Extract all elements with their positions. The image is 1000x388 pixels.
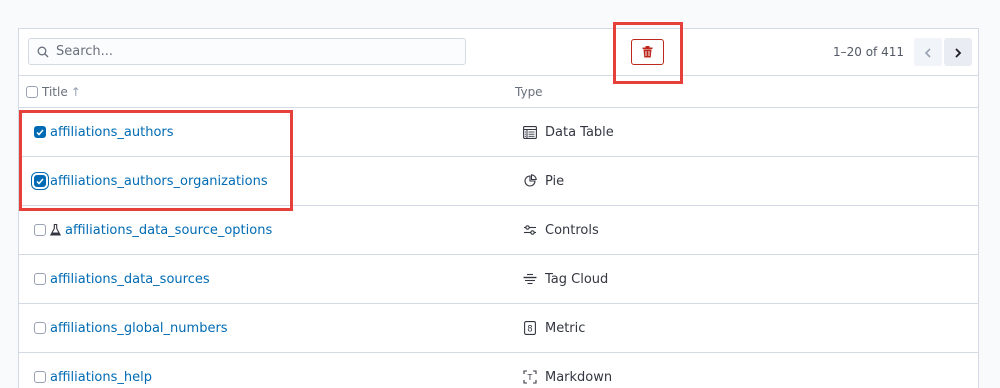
visualization-type: Controls [545, 222, 599, 238]
visualizations-table-panel: 1–20 of 411 Title ↑ Type affiliations_au… [18, 28, 979, 388]
trash-icon [642, 43, 653, 62]
column-type-label: Type [515, 85, 543, 99]
previous-page-button[interactable] [914, 38, 942, 66]
row-checkbox[interactable] [34, 322, 46, 334]
svg-text:8: 8 [527, 324, 532, 334]
column-header-type: Type [515, 76, 543, 108]
visualization-title-link[interactable]: affiliations_data_sources [50, 272, 210, 287]
metric-icon: 8 [523, 321, 537, 335]
row-checkbox[interactable] [34, 371, 46, 383]
table-toolbar: 1–20 of 411 [19, 29, 978, 75]
table-row: affiliations_global_numbers 8 Metric [19, 304, 978, 353]
visualization-title-link[interactable]: affiliations_authors [50, 125, 174, 140]
visualization-type: Pie [545, 173, 565, 189]
beaker-icon [50, 224, 61, 236]
markdown-icon: T [523, 370, 537, 384]
visualization-type: Tag Cloud [545, 271, 609, 287]
pagination: 1–20 of 411 [833, 37, 972, 67]
visualization-title-link[interactable]: affiliations_help [50, 370, 152, 385]
sort-ascending-icon: ↑ [70, 85, 81, 99]
table-row: affiliations_help T Markdown [19, 353, 978, 388]
next-page-button[interactable] [944, 38, 972, 66]
table-row: affiliations_data_sources Tag Cloud [19, 255, 978, 304]
visualization-title-link[interactable]: affiliations_data_source_options [65, 223, 272, 238]
column-title-label: Title [42, 85, 68, 99]
table-row: affiliations_authors Data Table [19, 108, 978, 157]
chevron-right-icon [954, 43, 962, 62]
search-box[interactable] [28, 38, 466, 65]
visualization-type: Metric [545, 320, 586, 336]
row-checkbox[interactable] [34, 273, 46, 285]
select-all-checkbox[interactable] [26, 86, 38, 98]
visualization-title-link[interactable]: affiliations_global_numbers [50, 321, 228, 336]
row-checkbox[interactable] [34, 175, 46, 187]
visualization-title-link[interactable]: affiliations_authors_organizations [50, 174, 268, 189]
controls-icon [523, 223, 537, 237]
table-header: Title ↑ Type [19, 75, 978, 108]
chevron-left-icon [924, 43, 932, 62]
table-row: affiliations_data_source_options Control… [19, 206, 978, 255]
table-row: affiliations_authors_organizations Pie [19, 157, 978, 206]
search-input[interactable] [54, 44, 456, 59]
tag-cloud-icon [523, 272, 537, 286]
visualization-type: Markdown [545, 369, 613, 385]
pagination-range: 1–20 of 411 [832, 45, 904, 59]
checkmark-icon [36, 178, 44, 185]
row-checkbox[interactable] [34, 224, 46, 236]
row-checkbox[interactable] [34, 126, 46, 138]
table-icon [523, 125, 537, 139]
column-header-title[interactable]: Title ↑ [26, 76, 81, 108]
visualization-type: Data Table [545, 124, 614, 140]
pie-icon [523, 174, 537, 188]
checkmark-icon [36, 129, 44, 136]
delete-selected-button[interactable] [631, 39, 664, 65]
search-icon [32, 38, 54, 65]
svg-text:T: T [527, 373, 533, 382]
